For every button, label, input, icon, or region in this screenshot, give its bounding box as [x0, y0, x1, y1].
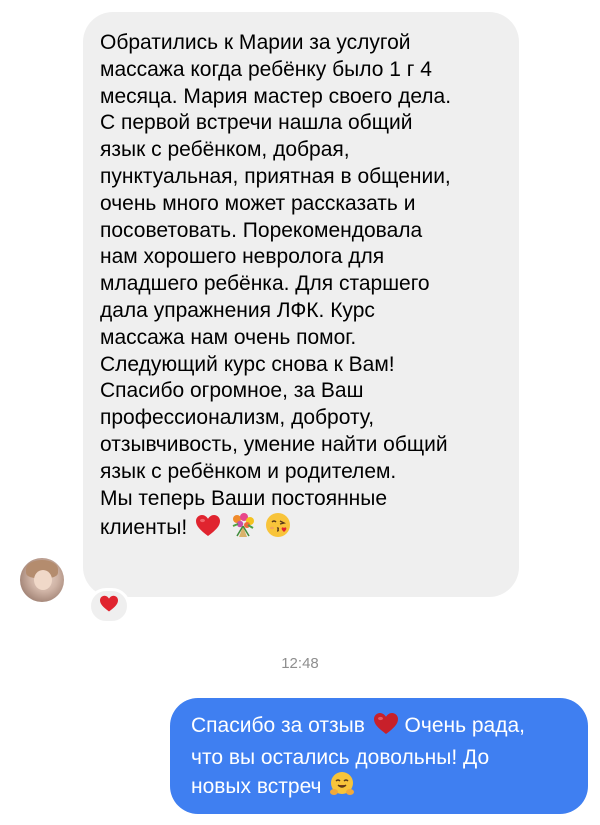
message-line: отзывчивость, умение найти общий [100, 432, 448, 456]
message-line: профессионализм, доброту, [100, 406, 375, 430]
heart-icon [195, 514, 221, 546]
message-line: что вы остались довольны! До [191, 745, 490, 769]
heart-icon [99, 595, 119, 618]
message-line: нам хорошего невролога для [100, 245, 385, 269]
message-line: массажа когда ребёнку было 1 г 4 [100, 57, 432, 81]
message-line-last: клиенты! [100, 512, 505, 546]
message-line: младшего ребёнка. Для старшего [100, 272, 430, 296]
message-line: дала упражнения ЛФК. Курс [100, 298, 375, 322]
message-line: посоветовать. Порекомендовала [100, 218, 423, 242]
heart-icon [373, 712, 399, 744]
message-line: месяца. Мария мастер своего дела. [100, 84, 452, 108]
bouquet-icon [229, 512, 257, 546]
kissing-face-icon [265, 512, 291, 546]
outgoing-message-bubble[interactable]: Спасибо за отзыв Очень рада, что вы оста… [170, 698, 588, 814]
message-line: очень много может рассказать и [100, 191, 416, 215]
message-text: Спасибо за отзыв [191, 714, 365, 737]
incoming-message-bubble[interactable]: Обратились к Марии за услугой массажа ко… [83, 12, 519, 597]
avatar-face [34, 570, 52, 590]
message-line: Спасибо огромное, за Ваш [100, 379, 364, 403]
message-text: Очень рада, [404, 714, 525, 737]
message-line: Следующий курс снова к Вам! [100, 352, 395, 376]
message-line: Спасибо за отзыв Очень рада, [191, 712, 578, 744]
heart-reaction-badge[interactable] [88, 588, 130, 624]
message-line: пунктуальная, приятная в общении, [100, 164, 451, 188]
message-line: Обратились к Марии за услугой [100, 31, 411, 54]
message-timestamp: 12:48 [281, 655, 319, 672]
message-line: язык с ребёнком, добрая, [100, 138, 350, 162]
message-line: Мы теперь Ваши постоянные [100, 486, 388, 510]
message-text: новых встреч [191, 775, 322, 798]
message-line: новых встреч [191, 771, 578, 805]
message-line: С первой встречи нашла общий [100, 111, 413, 135]
message-line: язык с ребёнком и родителем. [100, 459, 397, 483]
message-text: клиенты! [100, 516, 188, 540]
hugging-face-icon [329, 771, 355, 805]
sender-avatar[interactable] [20, 558, 64, 602]
message-line: массажа нам очень помог. [100, 325, 357, 349]
